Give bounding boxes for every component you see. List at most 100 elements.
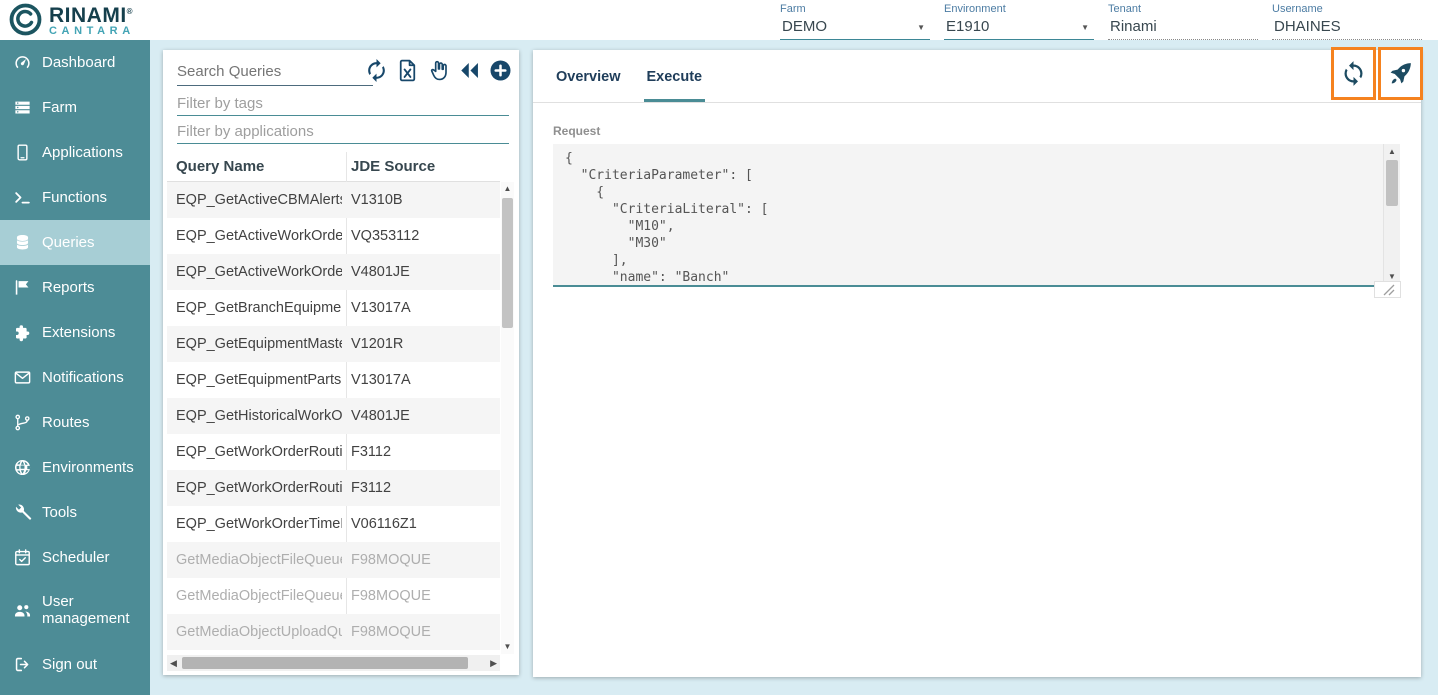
table-row[interactable]: GetMediaObjectUploadQue F98MOQUE <box>167 614 500 650</box>
notifications-icon <box>13 368 32 387</box>
textarea-scroll-thumb[interactable] <box>1386 160 1398 206</box>
filter-tags-input[interactable] <box>177 92 509 116</box>
scheduler-icon <box>13 548 32 567</box>
vertical-scroll-thumb[interactable] <box>502 198 513 328</box>
sidebar-item-farm[interactable]: Farm <box>0 85 150 130</box>
query-name-cell: GetMediaObjectFileQueues <box>167 588 342 604</box>
table-row[interactable]: EQP_GetActiveWorkOrderR VQ353112 <box>167 218 500 254</box>
jde-source-cell: V06116Z1 <box>342 516 500 532</box>
jde-source-cell: F98MOQUE <box>342 552 500 568</box>
tools-icon <box>13 503 32 522</box>
tab-overview[interactable]: Overview <box>555 69 622 85</box>
tab-execute[interactable]: Execute <box>646 69 704 85</box>
table-row[interactable]: EQP_GetWorkOrderRouting F3112 <box>167 434 500 470</box>
query-name-cell: EQP_GetActiveWorkOrderR <box>167 228 342 244</box>
table-vertical-scrollbar[interactable]: ▲ ▼ <box>501 182 514 654</box>
table-row[interactable]: EQP_GetEquipmentMaster V1201R <box>167 326 500 362</box>
brand-subtitle: CANTARA <box>49 25 135 37</box>
sidebar-item-extensions[interactable]: Extensions <box>0 310 150 355</box>
query-table-body: EQP_GetActiveCBMAlerts V1310B EQP_GetAct… <box>167 182 500 650</box>
tab-bar: Overview Execute <box>533 50 1421 103</box>
sidebar-item-scheduler[interactable]: Scheduler <box>0 535 150 580</box>
jde-source-cell: V1201R <box>342 336 500 352</box>
horizontal-scroll-thumb[interactable] <box>182 657 468 669</box>
excel-export-icon[interactable] <box>395 58 420 83</box>
top-bar: RINAMI® CANTARA Farm DEMO ▼ Environment … <box>0 0 1438 40</box>
sidebar-item-label: Scheduler <box>42 549 110 566</box>
table-row[interactable]: EQP_GetBranchEquipment V13017A <box>167 290 500 326</box>
textarea-scrollbar[interactable]: ▲ ▼ <box>1383 144 1400 285</box>
refresh-button[interactable] <box>1331 47 1376 100</box>
jde-source-cell: F98MOQUE <box>342 588 500 604</box>
table-row[interactable]: EQP_GetWorkOrderRouting F3112 <box>167 470 500 506</box>
scroll-right-icon[interactable]: ▶ <box>490 658 497 669</box>
scroll-up-icon[interactable]: ▲ <box>501 184 514 194</box>
sidebar-item-label: Sign out <box>42 656 97 673</box>
sidebar-item-routes[interactable]: Routes <box>0 400 150 445</box>
hand-pointer-icon[interactable] <box>426 58 451 83</box>
field-value: Rinami <box>1110 18 1157 35</box>
brand-name: RINAMI <box>49 4 127 27</box>
query-name-header: Query Name <box>167 158 342 175</box>
sidebar-item-label: Applications <box>42 144 123 161</box>
sidebar-item-queries[interactable]: Queries <box>0 220 150 265</box>
sidebar-item-functions[interactable]: Functions <box>0 175 150 220</box>
header-fields: Farm DEMO ▼ Environment E1910 ▼ Tenant R… <box>780 3 1436 40</box>
query-name-cell: EQP_GetWorkOrderRouting <box>167 480 342 496</box>
table-header: Query Name JDE Source <box>167 152 500 182</box>
dropdown-caret-icon: ▼ <box>1081 23 1089 32</box>
registered-mark: ® <box>127 7 133 16</box>
table-row[interactable]: EQP_GetEquipmentParts V13017A <box>167 362 500 398</box>
filter-applications-input[interactable] <box>177 120 509 144</box>
table-row[interactable]: EQP_GetHistoricalWorkOrc V4801JE <box>167 398 500 434</box>
table-row[interactable]: EQP_GetActiveWorkOrders V4801JE <box>167 254 500 290</box>
jde-source-cell: V13017A <box>342 372 500 388</box>
table-row[interactable]: EQP_GetActiveCBMAlerts V1310B <box>167 182 500 218</box>
scroll-up-icon[interactable]: ▲ <box>1384 147 1400 157</box>
jde-source-cell: F3112 <box>342 444 500 460</box>
username-field: Username DHAINES ▼ <box>1272 3 1422 40</box>
environments-icon <box>13 458 32 477</box>
collapse-icon[interactable] <box>457 58 482 83</box>
query-name-cell: EQP_GetEquipmentParts <box>167 372 342 388</box>
queries-icon <box>13 233 32 252</box>
resize-handle-icon[interactable] <box>1374 281 1401 298</box>
sidebar-item-label: Environments <box>42 459 134 476</box>
query-detail-panel: OverviewExecute Request { "CriteriaParam… <box>533 50 1421 677</box>
environment-field: Environment E1910 ▼ <box>944 3 1094 40</box>
sidebar-item-label: Reports <box>42 279 95 296</box>
field-label: Tenant <box>1108 3 1258 15</box>
farm-icon <box>13 98 32 117</box>
table-row[interactable]: GetMediaObjectFileQueues F98MOQUE <box>167 578 500 614</box>
detail-actions <box>1331 47 1423 100</box>
scroll-left-icon[interactable]: ◀ <box>170 658 177 669</box>
sidebar-item-environments[interactable]: Environments <box>0 445 150 490</box>
table-row[interactable]: GetMediaObjectFileQueue F98MOQUE <box>167 542 500 578</box>
query-toolbar <box>364 58 513 83</box>
table-horizontal-scrollbar[interactable]: ◀ ▶ <box>167 655 500 671</box>
query-name-cell: EQP_GetHistoricalWorkOrc <box>167 408 342 424</box>
add-icon[interactable] <box>488 58 513 83</box>
sidebar-item-sign-out[interactable]: Sign out <box>0 642 150 687</box>
jde-source-cell: F98MOQUE <box>342 624 500 640</box>
jde-source-cell: F3112 <box>342 480 500 496</box>
query-name-cell: EQP_GetEquipmentMaster <box>167 336 342 352</box>
sync-icon[interactable] <box>364 58 389 83</box>
sidebar-item-tools[interactable]: Tools <box>0 490 150 535</box>
sidebar-item-applications[interactable]: Applications <box>0 130 150 175</box>
request-textarea[interactable]: { "CriteriaParameter": [ { "CriteriaLite… <box>553 144 1400 285</box>
jde-source-cell: V4801JE <box>342 408 500 424</box>
scroll-down-icon[interactable]: ▼ <box>501 642 514 652</box>
table-row[interactable]: EQP_GetWorkOrderTimeEn V06116Z1 <box>167 506 500 542</box>
search-input[interactable] <box>177 58 373 86</box>
sidebar-item-dashboard[interactable]: Dashboard <box>0 40 150 85</box>
brand-logo: RINAMI® CANTARA <box>8 2 135 37</box>
execute-button[interactable] <box>1378 47 1423 100</box>
sidebar-item-reports[interactable]: Reports <box>0 265 150 310</box>
query-name-cell: EQP_GetWorkOrderTimeEn <box>167 516 342 532</box>
sidebar-item-notifications[interactable]: Notifications <box>0 355 150 400</box>
sidebar-item-user-management[interactable]: User management <box>0 580 150 640</box>
extensions-icon <box>13 323 32 342</box>
jde-source-cell: V4801JE <box>342 264 500 280</box>
query-name-cell: GetMediaObjectUploadQue <box>167 624 342 640</box>
